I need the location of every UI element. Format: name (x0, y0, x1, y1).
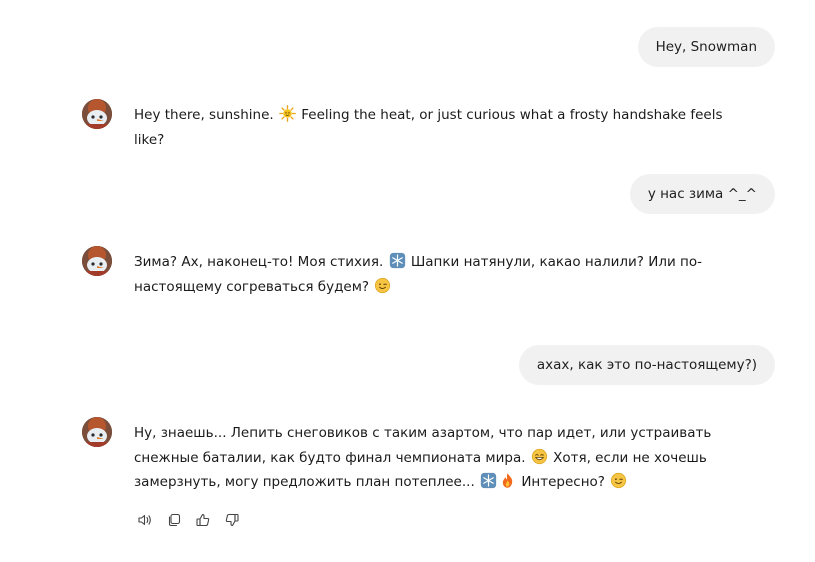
user-message: у нас зима ^_^ (629, 174, 775, 214)
like-button[interactable] (193, 510, 213, 530)
user-message-text: ахах, как это по-настоящему?) (536, 357, 757, 373)
grin-emoji-icon (531, 448, 548, 465)
assistant-message-text: Зима? Ах, наконец-то! Моя стихия. Шапки … (134, 250, 754, 299)
wink-emoji-icon (610, 472, 627, 489)
fire-emoji-icon (499, 472, 516, 489)
snowflake-emoji-icon (480, 472, 497, 489)
text-segment: Hey there, sunshine. (134, 107, 278, 123)
thumbs-up-icon (196, 513, 210, 527)
user-message: Hey, Snowman (637, 27, 775, 67)
read-aloud-button[interactable] (135, 510, 155, 530)
snowman-avatar (82, 417, 112, 447)
text-segment: Интересно? (517, 474, 610, 490)
speaker-icon (138, 514, 151, 526)
thumbs-down-icon (225, 513, 239, 527)
message-actions (135, 510, 242, 530)
sun-emoji-icon (279, 105, 296, 122)
copy-button[interactable] (164, 510, 184, 530)
text-segment: Зима? Ах, наконец-то! Моя стихия. (134, 254, 388, 270)
snowman-avatar (82, 99, 112, 129)
user-message-text: у нас зима ^_^ (647, 186, 757, 202)
assistant-message-text: Hey there, sunshine. Feeling the heat, o… (134, 103, 754, 152)
dislike-button[interactable] (222, 510, 242, 530)
user-message-text: Hey, Snowman (655, 39, 757, 55)
assistant-message-text: Ну, знаешь... Лепить снеговиков с таким … (134, 421, 754, 495)
snowman-avatar (82, 246, 112, 276)
wink-emoji-icon (374, 277, 391, 294)
copy-icon (168, 513, 181, 527)
chat-thread: Hey, Snowman Hey there, sunshine. Feelin… (0, 0, 815, 562)
user-message: ахах, как это по-настоящему?) (518, 345, 775, 385)
snowflake-emoji-icon (389, 252, 406, 269)
